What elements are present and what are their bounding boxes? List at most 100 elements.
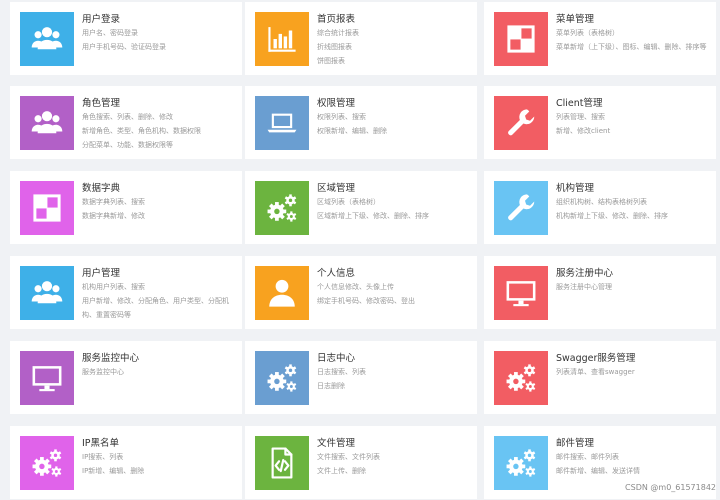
card-description-line: 角色搜索、列表、删除、修改 [82,113,173,121]
feature-card[interactable]: 服务注册中心 服务注册中心管理 [484,256,716,329]
laptop-icon [255,96,309,150]
card-description: 用户名、密码登录 用户手机号码、验证码登录 [82,26,240,54]
feature-card-grid: 用户登录 用户名、密码登录 用户手机号码、验证码登录 首页报表 综合统计报表 折线图报表饼… [0,0,720,500]
card-description: 组织机构树、结构表格树列表机构新增上下级、修改、删除、排序 [556,195,714,223]
card-description: 数据字典列表、搜索 数据字典新增、修改 [82,195,240,223]
feature-card[interactable]: 区域管理区域列表（表格树） 区域新增上下级、修改、删除、排序 [245,171,477,244]
layout-icon [494,12,548,66]
card-title: 邮件管理 [556,438,595,449]
users-icon [20,96,74,150]
card-description-line: 个人信息修改、头像上传 [317,283,394,291]
monitor-icon [20,351,74,405]
gears-icon [494,351,548,405]
bar-chart-icon [255,12,309,66]
card-description-line: 用户新增、修改、分配角色、用户类型、分配机构、重置密码等 [82,297,229,319]
card-title: 数据字典 [82,183,121,194]
card-description-line: 服务监控中心 [82,368,124,376]
card-description-line: 用户名、密码登录 [82,29,138,37]
feature-card[interactable]: 日志中心 日志搜索、列表 日志删除 [245,341,477,414]
card-description-line: 邮件新增、编辑、发送详情 [556,467,640,475]
wrench-icon [494,181,548,235]
card-description-line: 绑定手机号码、修改密码、登出 [317,297,415,305]
card-description-line: 组织机构树、结构表格树列表 [556,198,647,206]
card-title: 用户登录 [82,14,121,25]
feature-card[interactable]: 数据字典 数据字典列表、搜索 数据字典新增、修改 [10,171,242,244]
card-description: 服务监控中心 [82,365,240,379]
card-description: 权限列表、搜索权限新增、编辑、删除 [317,110,475,138]
feature-card[interactable]: 用户管理 机构用户列表、搜索 用户新增、修改、分配角色、用户类型、分配机构、重置密码… [10,256,242,329]
gears-icon [255,351,309,405]
users-icon [20,12,74,66]
card-description: IP搜索、列表 IP新增、编辑、删除 [82,450,240,478]
card-description-line: 文件上传、删除 [317,467,366,475]
card-description: 列表管理、搜索 新增、修改client [556,110,714,138]
card-title: 日志中心 [317,353,356,364]
card-title: 区域管理 [317,183,356,194]
card-title: 机构管理 [556,183,595,194]
card-description: 区域列表（表格树） 区域新增上下级、修改、删除、排序 [317,195,475,223]
feature-card[interactable]: 权限管理权限列表、搜索权限新增、编辑、删除 [245,86,477,159]
card-description-line: 区域新增上下级、修改、删除、排序 [317,212,429,220]
card-title: 服务监控中心 [82,353,140,364]
card-description-line: 综合统计报表 [317,29,359,37]
card-title: 服务注册中心 [556,268,614,279]
feature-card[interactable]: 用户登录 用户名、密码登录 用户手机号码、验证码登录 [10,2,242,75]
feature-card[interactable]: Swagger服务管理 列表清单、查看swagger [484,341,716,414]
card-description-line: 文件搜索、文件列表 [317,453,380,461]
feature-card[interactable]: 角色管理角色搜索、列表、删除、修改新增角色、类型、角色机构、数据权限 分配菜单、功… [10,86,242,159]
gears-icon [255,181,309,235]
feature-card[interactable]: 服务监控中心 服务监控中心 [10,341,242,414]
card-description-line: 邮件搜索、邮件列表 [556,453,619,461]
card-description: 邮件搜索、邮件列表邮件新增、编辑、发送详情 [556,450,714,478]
card-description-line: 新增角色、类型、角色机构、数据权限 [82,127,201,135]
card-description-line: 饼图报表 [317,57,345,65]
card-title: 菜单管理 [556,14,595,25]
gears-icon [494,436,548,490]
card-description-line: 折线图报表 [317,43,352,51]
card-description: 个人信息修改、头像上传绑定手机号码、修改密码、登出 [317,280,475,308]
card-description: 日志搜索、列表 日志删除 [317,365,475,393]
watermark-text: CSDN @m0_61571842 [625,483,716,492]
card-title: 权限管理 [317,98,356,109]
card-description-line: 数据字典列表、搜索 [82,198,145,206]
feature-card[interactable]: 文件管理 文件搜索、文件列表 文件上传、删除 [245,426,477,499]
users-icon [20,266,74,320]
card-title: Swagger服务管理 [556,353,636,364]
card-description-line: 权限新增、编辑、删除 [317,127,387,135]
card-title: Client管理 [556,98,603,109]
feature-card[interactable]: Client管理 列表管理、搜索 新增、修改client [484,86,716,159]
card-description: 列表清单、查看swagger [556,365,714,379]
feature-card[interactable]: 首页报表综合统计报表 折线图报表饼图报表 [245,2,477,75]
card-description: 菜单列表（表格树） 菜单新增（上下级）、图标、编辑、删除、排序等 [556,26,714,54]
card-description-line: 服务注册中心管理 [556,283,612,291]
card-title: 角色管理 [82,98,121,109]
card-description-line: 机构新增上下级、修改、删除、排序 [556,212,668,220]
card-description-line: IP搜索、列表 [82,453,124,461]
feature-card[interactable]: 个人信息个人信息修改、头像上传绑定手机号码、修改密码、登出 [245,256,477,329]
card-description-line: 机构用户列表、搜索 [82,283,145,291]
card-title: 个人信息 [317,268,356,279]
code-file-icon [255,436,309,490]
card-description: 机构用户列表、搜索用户新增、修改、分配角色、用户类型、分配机构、重置密码等 [82,280,240,322]
card-description-line: 列表管理、搜索 [556,113,605,121]
card-description-line: 列表清单、查看swagger [556,368,635,376]
card-description-line: 区域列表（表格树） [317,198,380,206]
card-description-line: 分配菜单、功能、数据权限等 [82,141,173,149]
card-description-line: 新增、修改client [556,127,611,135]
gears-icon [20,436,74,490]
card-description-line: IP新增、编辑、删除 [82,467,145,475]
feature-card[interactable]: IP黑名单 IP搜索、列表 IP新增、编辑、删除 [10,426,242,499]
card-description: 综合统计报表 折线图报表饼图报表 [317,26,475,68]
monitor-icon [494,266,548,320]
card-title: 首页报表 [317,14,356,25]
card-title: IP黑名单 [82,438,120,449]
feature-card[interactable]: 菜单管理菜单列表（表格树） 菜单新增（上下级）、图标、编辑、删除、排序等 [484,2,716,75]
card-description: 服务注册中心管理 [556,280,714,294]
feature-card[interactable]: 机构管理组织机构树、结构表格树列表机构新增上下级、修改、删除、排序 [484,171,716,244]
card-description-line: 数据字典新增、修改 [82,212,145,220]
card-description-line: 日志搜索、列表 [317,368,366,376]
card-description-line: 权限列表、搜索 [317,113,366,121]
card-description-line: 菜单新增（上下级）、图标、编辑、删除、排序等 [556,43,707,51]
card-description-line: 菜单列表（表格树） [556,29,619,37]
layout-icon [20,181,74,235]
